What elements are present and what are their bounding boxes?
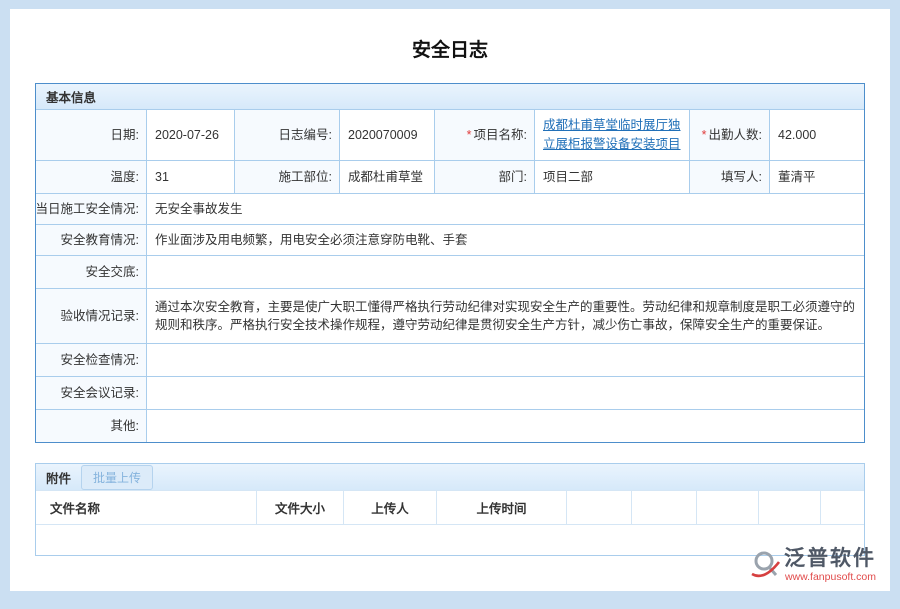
writer-label: 填写人:	[689, 161, 769, 193]
form-row-safety-meeting: 安全会议记录:	[36, 376, 864, 409]
attendance-label: *出勤人数:	[689, 110, 769, 160]
attachments-empty-row	[36, 525, 864, 555]
attendance-label-text: 出勤人数:	[709, 126, 762, 144]
safety-inspection-value	[146, 344, 864, 376]
attachments-header: 附件 批量上传	[36, 464, 864, 491]
basic-info-section-header: 基本信息	[36, 84, 864, 110]
form-row-2: 温度: 31 施工部位: 成都杜甫草堂 部门: 项目二部 填写人: 董清平	[36, 160, 864, 193]
col-empty-4	[758, 491, 820, 524]
fanpu-logo-icon	[750, 548, 780, 582]
fanpu-url-link[interactable]: www.fanpusoft.com	[785, 571, 876, 583]
fanpu-brand-name: 泛普软件	[784, 547, 876, 570]
project-name-label: *项目名称:	[434, 110, 534, 160]
attendance-value: 42.000	[769, 110, 864, 160]
col-empty-5	[820, 491, 864, 524]
basic-info-table: 基本信息 日期: 2020-07-26 日志编号: 2020070009 *项目…	[35, 83, 865, 443]
acceptance-record-value: 通过本次安全教育，主要是使广大职工懂得严格执行劳动纪律对实现安全生产的重要性。劳…	[146, 289, 864, 343]
safety-briefing-value	[146, 256, 864, 288]
writer-value: 董清平	[769, 161, 864, 193]
fanpu-logo-text-block: 泛普软件 www.fanpusoft.com	[784, 547, 876, 583]
safety-education-label: 安全教育情况:	[36, 225, 146, 255]
project-name-link[interactable]: 成都杜甫草堂临时展厅独立展柜报警设备安装项目	[543, 116, 681, 155]
form-row-1: 日期: 2020-07-26 日志编号: 2020070009 *项目名称: 成…	[36, 110, 864, 160]
attachments-section: 附件 批量上传 文件名称 文件大小 上传人 上传时间	[35, 463, 865, 556]
safety-today-value: 无安全事故发生	[146, 194, 864, 224]
form-row-other: 其他:	[36, 409, 864, 442]
form-row-acceptance-record: 验收情况记录: 通过本次安全教育，主要是使广大职工懂得严格执行劳动纪律对实现安全…	[36, 288, 864, 343]
log-no-label: 日志编号:	[234, 110, 339, 160]
site-label: 施工部位:	[234, 161, 339, 193]
log-no-value: 2020070009	[339, 110, 434, 160]
safety-education-value: 作业面涉及用电频繁，用电安全必须注意穿防电靴、手套	[146, 225, 864, 255]
form-row-safety-today: 当日施工安全情况: 无安全事故发生	[36, 193, 864, 224]
date-value: 2020-07-26	[146, 110, 234, 160]
col-uploader: 上传人	[343, 491, 436, 524]
col-upload-time: 上传时间	[436, 491, 566, 524]
attachments-title: 附件	[46, 468, 71, 487]
content-panel: 安全日志 基本信息 日期: 2020-07-26 日志编号: 202007000…	[10, 9, 890, 591]
other-value	[146, 410, 864, 442]
batch-upload-button[interactable]: 批量上传	[81, 465, 153, 490]
other-label: 其他:	[36, 410, 146, 442]
required-asterisk: *	[467, 126, 472, 144]
safety-inspection-label: 安全检查情况:	[36, 344, 146, 376]
safety-meeting-value	[146, 377, 864, 409]
project-name-cell: 成都杜甫草堂临时展厅独立展柜报警设备安装项目	[534, 110, 689, 160]
date-label: 日期:	[36, 110, 146, 160]
fanpu-logo: 泛普软件 www.fanpusoft.com	[750, 547, 876, 583]
col-empty-3	[696, 491, 758, 524]
page-title: 安全日志	[10, 9, 890, 62]
department-value: 项目二部	[534, 161, 689, 193]
form-row-safety-briefing: 安全交底:	[36, 255, 864, 288]
attachments-column-header-row: 文件名称 文件大小 上传人 上传时间	[36, 491, 864, 525]
col-file-name: 文件名称	[36, 491, 256, 524]
col-empty-1	[566, 491, 631, 524]
col-empty-2	[631, 491, 696, 524]
safety-today-label: 当日施工安全情况:	[36, 194, 146, 224]
safety-briefing-label: 安全交底:	[36, 256, 146, 288]
site-value: 成都杜甫草堂	[339, 161, 434, 193]
safety-meeting-label: 安全会议记录:	[36, 377, 146, 409]
col-file-size: 文件大小	[256, 491, 343, 524]
form-row-safety-inspection: 安全检查情况:	[36, 343, 864, 376]
project-name-label-text: 项目名称:	[474, 126, 527, 144]
department-label: 部门:	[434, 161, 534, 193]
form-row-safety-education: 安全教育情况: 作业面涉及用电频繁，用电安全必须注意穿防电靴、手套	[36, 224, 864, 255]
temperature-value: 31	[146, 161, 234, 193]
acceptance-record-label: 验收情况记录:	[36, 289, 146, 343]
temperature-label: 温度:	[36, 161, 146, 193]
required-asterisk: *	[702, 126, 707, 144]
